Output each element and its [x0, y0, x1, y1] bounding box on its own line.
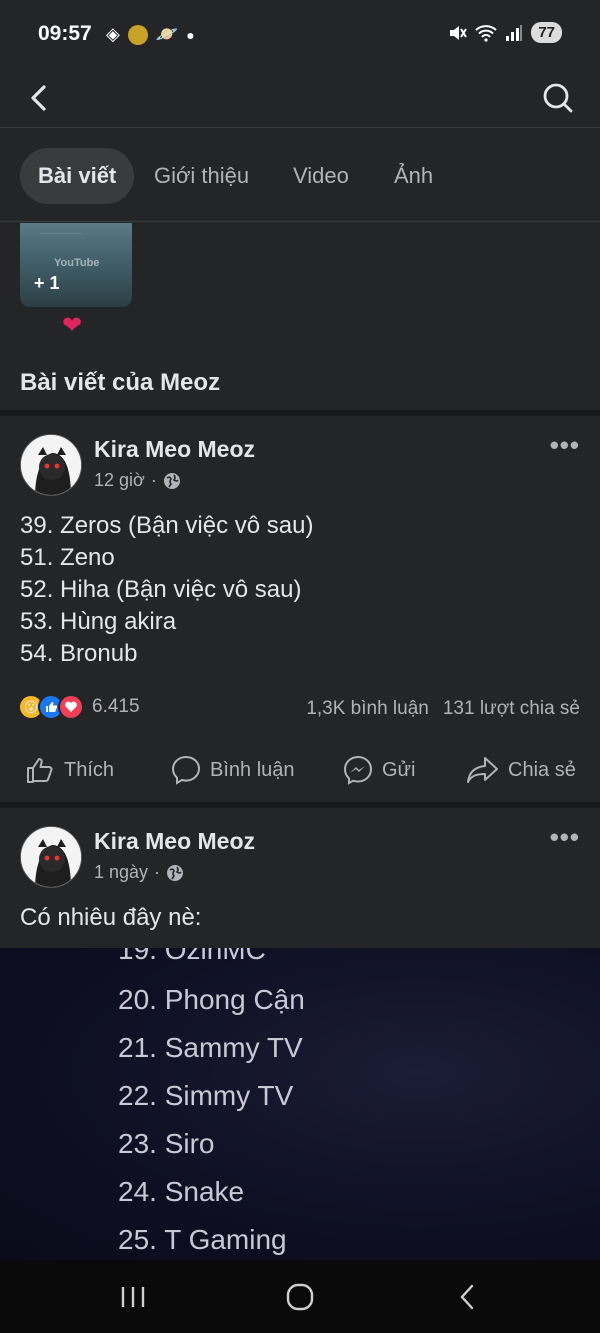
profile-tabs: Bài viết Giới thiệu Video Ảnh: [0, 128, 600, 222]
app-bar: [0, 70, 600, 128]
image-text-line: 21. Sammy TV: [118, 1032, 303, 1063]
chevron-left-icon: [31, 85, 46, 111]
post-author[interactable]: Kira Meo Meoz: [94, 828, 255, 855]
status-time: 09:57: [38, 22, 92, 45]
post-line: Có nhiêu đây nè:: [20, 904, 202, 931]
send-label: Gửi: [382, 758, 416, 781]
post-line: 52. Hiha (Bận việc vô sau): [20, 576, 302, 603]
post-image[interactable]: 19. OzinMC 20. Phong Cận 21. Sammy TV 22…: [0, 948, 600, 1260]
notification-planet-icon: 🪐: [155, 24, 179, 44]
comment-icon: [171, 755, 201, 785]
home-button[interactable]: [280, 1280, 320, 1314]
status-system-icons: 77: [447, 22, 562, 43]
like-button[interactable]: Thích: [24, 754, 114, 786]
post-time: 12 giờ: [94, 470, 145, 490]
home-icon: [286, 1283, 314, 1311]
notification-diamond-icon: ◈: [106, 24, 120, 44]
share-button[interactable]: Chia sẻ: [466, 754, 576, 786]
post-body: Có nhiêu đây nè:: [20, 902, 201, 934]
status-bar: 09:57 ◈ 🪐 ● 77: [0, 0, 600, 70]
status-notification-icons: ◈ 🪐 ●: [106, 24, 195, 45]
tab-posts[interactable]: Bài viết: [20, 148, 135, 204]
back-button[interactable]: [20, 78, 60, 118]
comment-label: Bình luận: [210, 758, 295, 781]
avatar[interactable]: [20, 826, 82, 888]
comment-button[interactable]: Bình luận: [170, 754, 295, 786]
post-line: 53. Hùng akira: [20, 608, 177, 635]
share-label: Chia sẻ: [508, 758, 576, 781]
post-actions: Thích Bình luận Gửi Chia sẻ: [0, 746, 600, 802]
tab-photos[interactable]: Ảnh: [376, 148, 451, 204]
signal-icon: [506, 24, 523, 41]
avatar-image: [21, 435, 81, 495]
comment-count[interactable]: 1,3K bình luận: [306, 698, 429, 720]
recent-apps-icon: [121, 1287, 145, 1307]
messenger-icon: [343, 755, 373, 785]
image-text-line: 23. Siro: [118, 1128, 215, 1159]
like-label: Thích: [64, 758, 115, 781]
meta-separator: ·: [154, 862, 161, 882]
more-photos-count: + 1: [34, 273, 60, 293]
share-count[interactable]: 131 lượt chia sẻ: [443, 698, 580, 720]
globe-icon: [167, 864, 184, 881]
thumbs-up-icon: [27, 758, 53, 783]
notification-dot-icon: ●: [186, 26, 195, 43]
image-text-line: 24. Snake: [118, 1176, 245, 1207]
thumb-small-text: ·····················: [40, 231, 82, 237]
send-button[interactable]: Gửi: [342, 754, 415, 786]
post-meta: 1 ngày ·: [94, 862, 184, 883]
post-time: 1 ngày: [94, 862, 149, 882]
section-title: Bài viết của Meoz: [20, 369, 221, 396]
featured-photo-thumbnail[interactable]: ····················· YouTube + 1: [20, 223, 132, 307]
meta-separator: ·: [150, 470, 157, 490]
system-navigation-bar: [0, 1260, 600, 1333]
reactions-summary[interactable]: 😮 6.415: [18, 694, 140, 720]
image-text-line: 20. Phong Cận: [118, 984, 305, 1015]
post-card: Kira Meo Meoz 12 giờ · ••• 39. Zeros (Bậ…: [0, 416, 600, 802]
globe-icon: [163, 472, 180, 489]
tab-video[interactable]: Video: [275, 148, 367, 204]
post-line: 54. Bronub: [20, 640, 138, 667]
search-button[interactable]: [538, 78, 578, 118]
avatar[interactable]: [20, 434, 82, 496]
recent-apps-button[interactable]: [113, 1280, 153, 1314]
wifi-icon: [475, 24, 497, 42]
mute-icon: [450, 25, 468, 40]
post-author[interactable]: Kira Meo Meoz: [94, 436, 255, 463]
featured-section: ····················· YouTube + 1 ❤ Bài …: [0, 223, 600, 413]
reaction-count: 6.415: [92, 696, 140, 717]
share-icon: [467, 757, 498, 783]
love-reaction-icon: [58, 694, 84, 720]
avatar-image: [21, 827, 81, 887]
image-text-line: 25. T Gaming: [118, 1224, 287, 1255]
search-icon: [543, 83, 573, 113]
notification-app-icon: [127, 24, 148, 45]
more-options-button[interactable]: •••: [550, 822, 580, 853]
post-stats: 1,3K bình luận 131 lượt chia sẻ: [306, 698, 580, 720]
post-meta: 12 giờ ·: [94, 470, 181, 491]
battery-indicator: 77: [531, 22, 562, 43]
post-card: Kira Meo Meoz 1 ngày · ••• Có nhiêu đây …: [0, 808, 600, 948]
post-body: 39. Zeros (Bận việc vô sau) 51. Zeno 52.…: [20, 510, 313, 670]
system-back-button[interactable]: [448, 1280, 488, 1314]
post-line: 51. Zeno: [20, 544, 115, 571]
tab-about[interactable]: Giới thiệu: [136, 148, 267, 204]
post-line: 39. Zeros (Bận việc vô sau): [20, 512, 314, 539]
image-text-line: 19. OzinMC: [118, 948, 266, 965]
heart-icon: ❤: [62, 312, 83, 339]
thumb-youtube-label: YouTube: [54, 257, 100, 269]
more-options-button[interactable]: •••: [550, 430, 580, 461]
image-text-line: 22. Simmy TV: [118, 1080, 294, 1111]
back-icon: [460, 1284, 474, 1310]
